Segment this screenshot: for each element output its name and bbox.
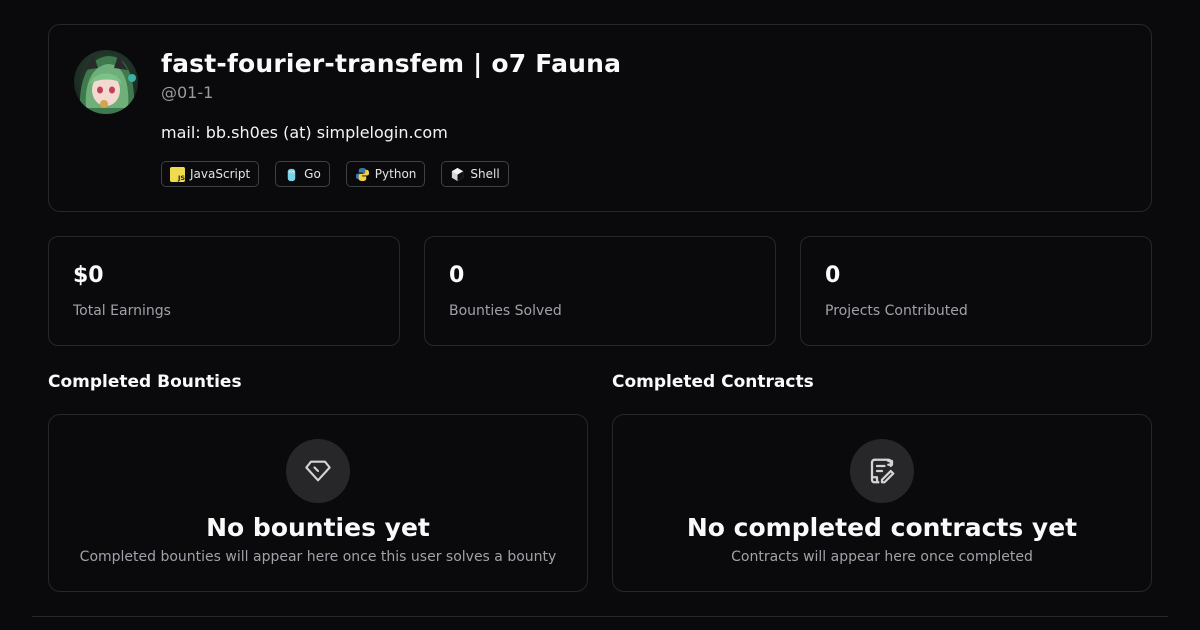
language-label: Shell [470,167,500,181]
language-label: JavaScript [190,167,251,181]
stat-label: Projects Contributed [825,303,968,319]
language-chip-python[interactable]: Python [345,161,426,187]
profile-card: fast-fourier-transfem | o7 Fauna @01-1 m… [48,24,1152,212]
scroll-icon [850,439,914,503]
stat-card-bounties-solved: 0 Bounties Solved [424,236,776,346]
bounties-empty-state: No bounties yet Completed bounties will … [48,414,588,592]
stat-card-projects-contributed: 0 Projects Contributed [800,236,1152,346]
completed-bounties-heading: Completed Bounties [48,372,242,392]
javascript-icon: JS [170,166,185,182]
stat-value: 0 [825,263,841,288]
footer-divider [32,616,1168,617]
profile-name: fast-fourier-transfem | o7 Fauna [161,49,622,78]
profile-bio: mail: bb.sh0es (at) simplelogin.com [161,123,448,142]
svg-text:JS: JS [177,174,185,182]
stat-label: Bounties Solved [449,303,562,319]
profile-page: fast-fourier-transfem | o7 Fauna @01-1 m… [0,0,1200,630]
stat-value: $0 [73,263,104,288]
stat-card-earnings: $0 Total Earnings [48,236,400,346]
empty-state-title: No completed contracts yet [686,513,1078,542]
empty-state-title: No bounties yet [206,513,430,542]
python-icon [355,167,370,182]
stat-value: 0 [449,263,465,288]
profile-handle: @01-1 [161,83,214,102]
gem-icon [286,439,350,503]
empty-state-description: Completed bounties will appear here once… [79,549,557,565]
language-chip-go[interactable]: Go [275,161,330,187]
language-chip-javascript[interactable]: JS JavaScript [161,161,260,187]
go-icon [284,167,299,182]
language-list: JS JavaScript Go Python Shell [161,161,509,187]
shell-icon [450,167,465,182]
language-chip-shell[interactable]: Shell [441,161,509,187]
language-label: Go [304,167,321,181]
stat-label: Total Earnings [73,303,171,319]
completed-contracts-heading: Completed Contracts [612,372,814,392]
contracts-empty-state: No completed contracts yet Contracts wil… [612,414,1152,592]
empty-state-description: Contracts will appear here once complete… [731,549,1033,565]
language-label: Python [374,167,417,181]
avatar[interactable] [74,50,138,114]
